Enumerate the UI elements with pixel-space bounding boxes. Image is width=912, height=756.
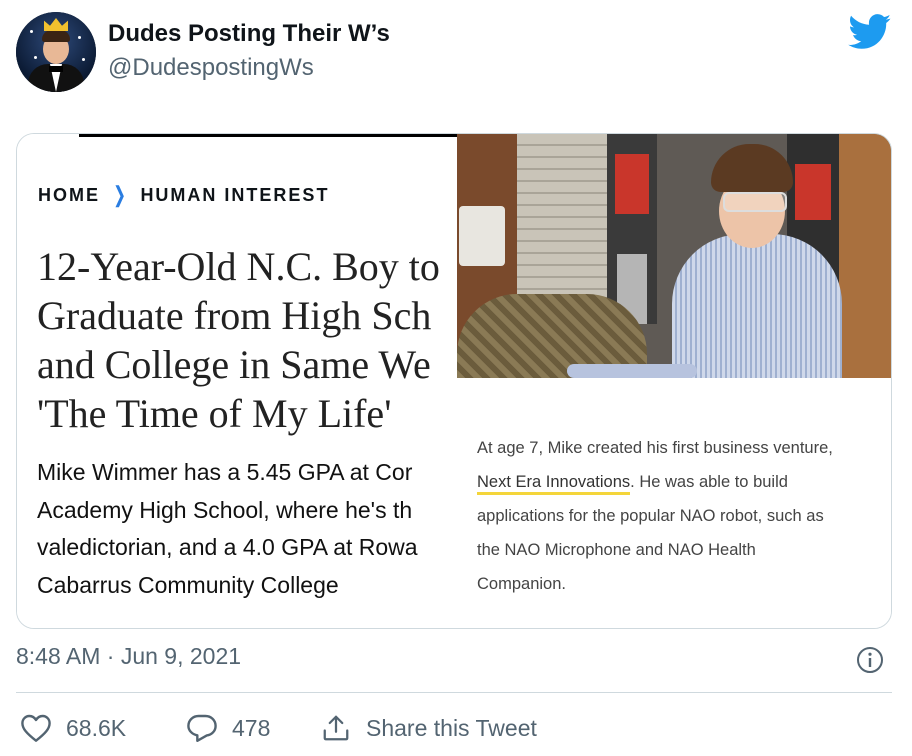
summary-line: Cabarrus Community College (37, 571, 339, 598)
caption-line: the NAO Microphone and NAO Health (477, 541, 756, 559)
like-count: 68.6K (66, 714, 127, 741)
media-card[interactable]: HOME ❯ HUMAN INTEREST 12-Year-Old N.C. B… (16, 133, 892, 629)
robot-red-panel (795, 164, 831, 220)
reply-count: 478 (232, 714, 271, 741)
share-icon (323, 715, 349, 741)
article-top-rule (79, 134, 457, 137)
chevron-right-icon: ❯ (113, 182, 128, 207)
caption-text: . He was able to build (630, 473, 788, 491)
bucket (459, 206, 505, 266)
star-decoration (34, 56, 37, 59)
share-button[interactable]: Share this Tweet (320, 710, 537, 746)
breadcrumb: HOME ❯ HUMAN INTEREST (38, 182, 329, 208)
safety-glasses (723, 192, 787, 212)
star-decoration (78, 36, 81, 39)
star-decoration (82, 58, 85, 61)
tweet-timestamp[interactable]: 8:48 AM · Jun 9, 2021 (16, 643, 241, 670)
article-headline: 12-Year-Old N.C. Boy to Graduate from Hi… (37, 242, 457, 438)
boy-shirt (672, 234, 842, 378)
twitter-bird-icon[interactable] (848, 14, 892, 50)
company-link: Next Era Innovations (477, 473, 631, 495)
display-name[interactable]: Dudes Posting Their W’s (108, 20, 390, 48)
user-handle[interactable]: @DudespostingWs (108, 54, 314, 82)
reply-button[interactable]: 478 (186, 710, 270, 746)
divider (16, 692, 892, 693)
caption-line: applications for the popular NAO robot, … (477, 507, 824, 525)
info-icon[interactable] (856, 646, 884, 674)
avatar-hair (42, 30, 70, 42)
caption-line: Companion. (477, 575, 566, 593)
share-label: Share this Tweet (366, 714, 537, 741)
robot-red-panel (615, 154, 649, 214)
avatar[interactable] (16, 12, 96, 92)
headline-line: Graduate from High Sch (37, 293, 432, 338)
like-button[interactable]: 68.6K (20, 710, 126, 746)
summary-line: Academy High School, where he's th (37, 496, 413, 523)
wooden-beam (837, 134, 891, 378)
summary-line: valedictorian, and a 4.0 GPA at Rowa (37, 534, 418, 560)
caption-line: Next Era Innovations. He was able to bui… (477, 465, 877, 499)
article-caption: At age 7, Mike created his first busines… (477, 431, 877, 601)
robot-lab-photo (457, 134, 891, 378)
avatar-bowtie (49, 66, 63, 72)
star-decoration (30, 30, 33, 33)
headline-line: 'The Time of My Life' (37, 391, 392, 436)
summary-line: Mike Wimmer has a 5.45 GPA at Cor (37, 459, 413, 485)
caption-screenshot: At age 7, Mike created his first busines… (457, 134, 891, 628)
caption-line: At age 7, Mike created his first busines… (477, 439, 833, 457)
headline-line: and College in Same We (37, 342, 431, 387)
breadcrumb-section: HUMAN INTEREST (140, 184, 330, 205)
boy-hair (711, 144, 793, 192)
boy-arm (567, 364, 697, 378)
headline-line: 12-Year-Old N.C. Boy to (37, 244, 440, 289)
breadcrumb-home: HOME (38, 184, 100, 205)
reply-icon (187, 714, 217, 743)
article-screenshot: HOME ❯ HUMAN INTEREST 12-Year-Old N.C. B… (17, 134, 457, 628)
heart-icon (21, 714, 51, 742)
article-summary: Mike Wimmer has a 5.45 GPA at Cor Academ… (37, 454, 418, 604)
